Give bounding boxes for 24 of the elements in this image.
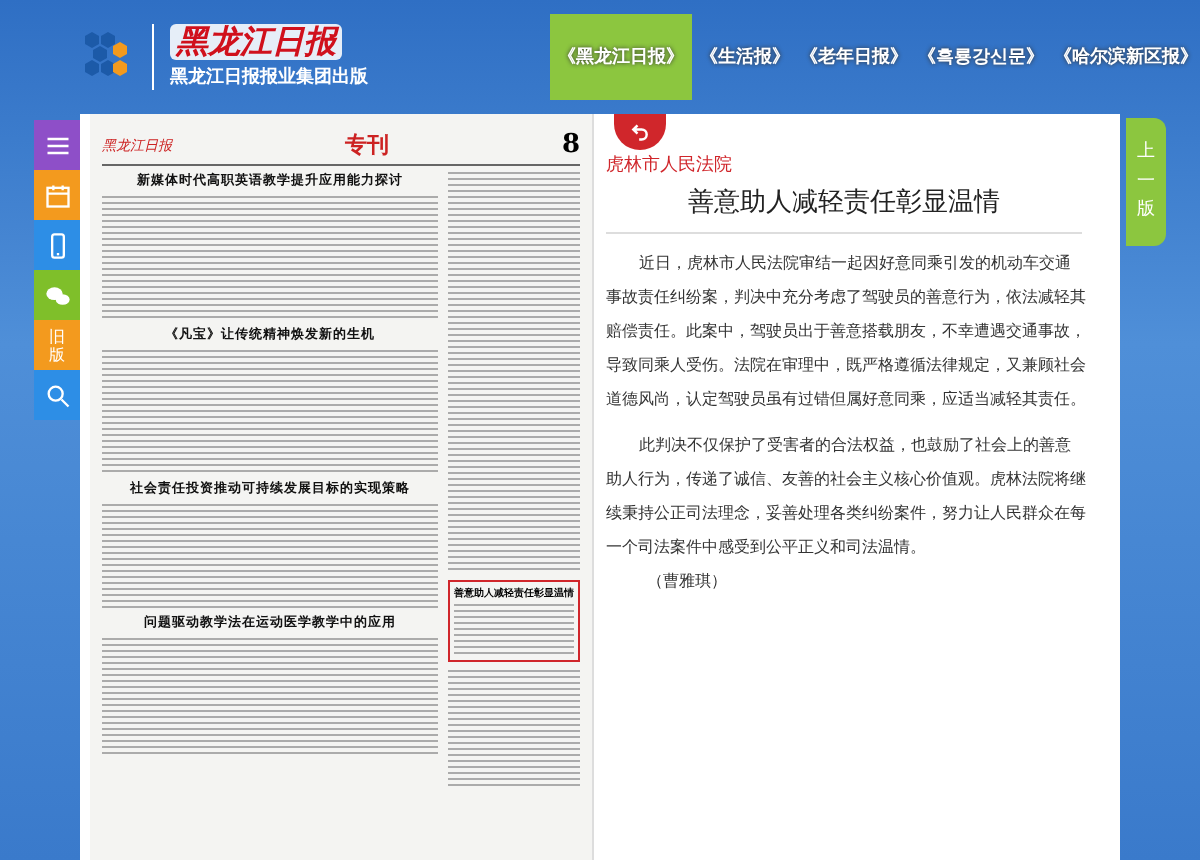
chat-bubbles-icon [43,281,71,309]
newspaper-tab[interactable]: 《흑룡강신문》 [916,36,1046,78]
search-icon [43,381,71,409]
article-title: 善意助人减轻责任彰显温情 [606,178,1082,234]
phone-button[interactable] [34,220,80,270]
search-button[interactable] [34,370,80,420]
section-title: 专刊 [344,130,389,160]
newspaper-tab[interactable]: 《老年日报》 [798,36,910,78]
page-number: 8 [561,130,580,160]
article-source: 虎林市人民法院 [606,153,734,178]
calendar-button[interactable] [34,170,80,220]
back-arrow-icon [630,122,650,142]
article-byline: （曹雅琪） [645,568,729,594]
newspaper-tab[interactable]: 《哈尔滨新区报》 [1052,36,1200,78]
menu-button[interactable] [34,120,80,170]
newsprint-text-block [454,604,574,656]
article-paragraph: 此判决不仅保护了受害者的合法权益，也鼓励了社会上的善意助人行为，传递了诚信、友善的社会主义核心价值观。虎林法院将继续秉持公正司法理念，妥善处理各类纠纷案件，努力让人民群众在每一个司法案件中感受到公平正义和司法温情。 [606,432,1086,560]
back-button[interactable] [614,114,666,150]
calendar-icon [43,181,71,209]
newspaper-logo-title: 黑龙江日报 [170,24,342,60]
article-paragraph: 近日，虎林市人民法院审结一起因好意同乘引发的机动车交通事故责任纠纷案，判决中充分考虑了驾驶员的善意行为，依法减轻其赔偿责任。此案中，驾驶员出于善意搭载朋友，不幸遭遇交通事故，导致同乘人受伤。法院在审理中，既严格遵循法律规定，又兼顾社会道德风尚，认定驾驶员虽有过错但属好意同乘，应适当减轻其责任。 [606,250,1086,412]
newspaper-tab[interactable]: 《生活报》 [698,36,792,78]
wechat-button[interactable] [34,270,80,320]
publisher-label: 黑龙江日报报业集团出版 [170,64,368,90]
